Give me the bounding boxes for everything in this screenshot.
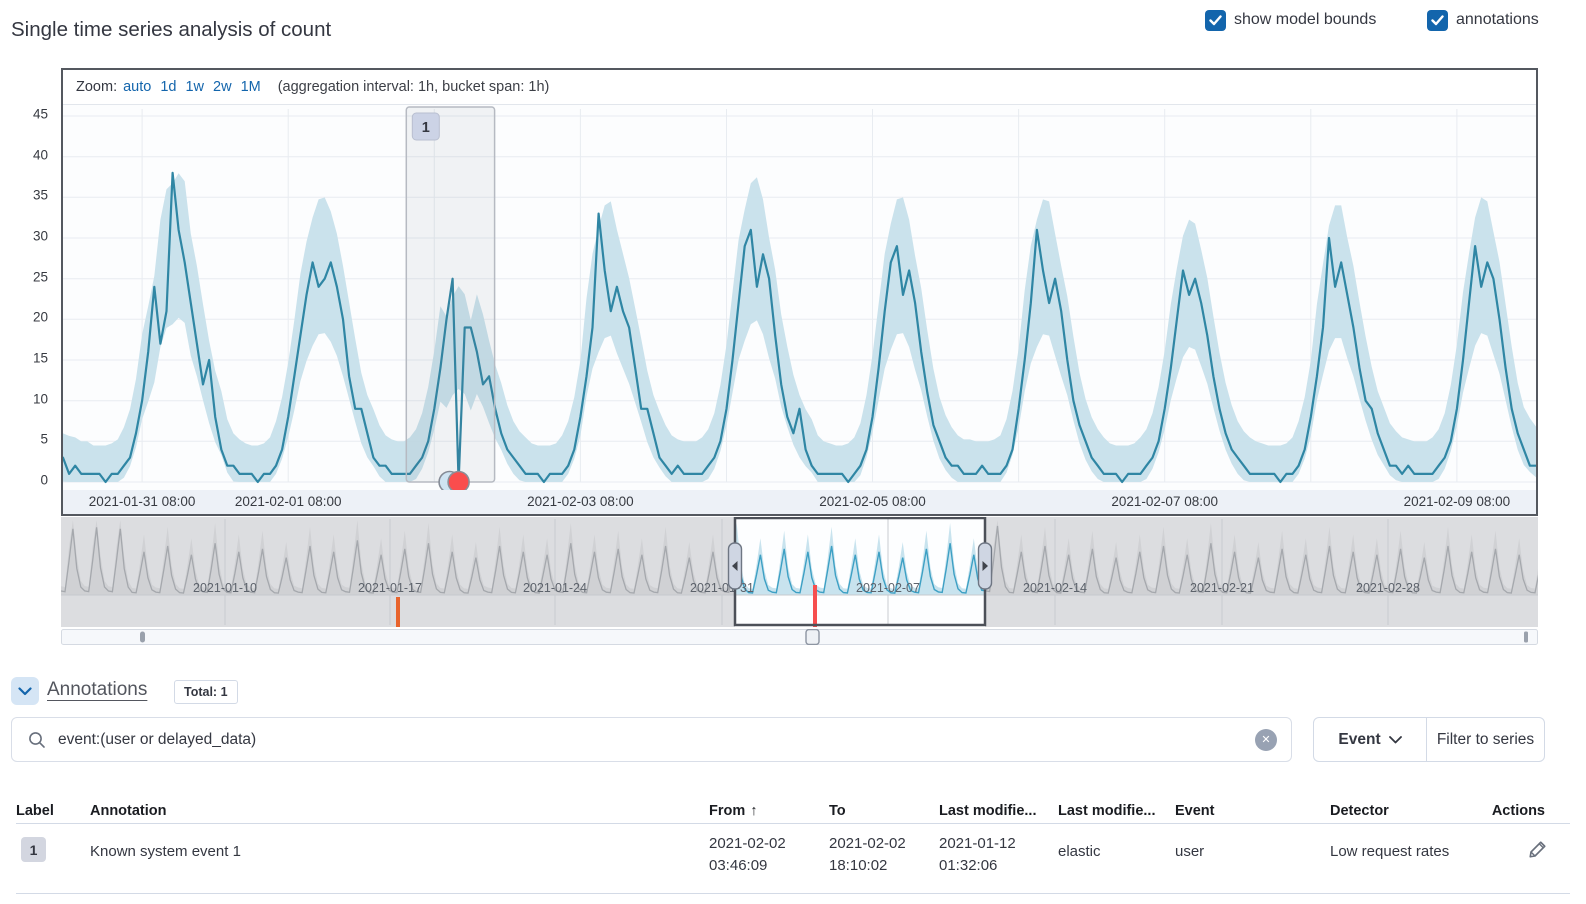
search-query-text: event:(user or delayed_data) (58, 731, 1255, 749)
zoom-link-1d[interactable]: 1d (160, 79, 176, 95)
y-tick-label: 10 (33, 391, 48, 406)
y-axis-ticks: 0 5 10 15 20 25 30 35 40 45 (18, 0, 48, 904)
from-cell: 2021-02-02 03:46:09 (709, 833, 786, 877)
y-tick-label: 40 (33, 147, 48, 162)
last-modified-by-cell: elastic (1058, 843, 1101, 860)
navigator-scrollbar[interactable] (61, 629, 1538, 645)
show-model-bounds-checkbox-group: show model bounds (1205, 8, 1376, 32)
y-tick-label: 20 (33, 310, 48, 325)
zoom-link-auto[interactable]: auto (123, 79, 151, 95)
column-header-to[interactable]: To (829, 803, 846, 819)
annotations-total-badge: Total: 1 (174, 680, 238, 704)
svg-text:2021-02-14: 2021-02-14 (1023, 581, 1087, 595)
annotations-collapse-button[interactable] (11, 677, 39, 705)
detector-cell: Low request rates (1330, 843, 1449, 860)
filter-button-group: Event Filter to series (1313, 717, 1545, 762)
y-tick-label: 15 (33, 351, 48, 366)
x-axis: 2021-01-31 08:00 2021-02-01 08:00 2021-02-… (63, 490, 1536, 514)
svg-text:2021-01-17: 2021-01-17 (358, 581, 422, 595)
context-navigator-chart[interactable]: 2021-01-10 2021-01-17 2021-01-24 2021-01-31… (61, 517, 1538, 627)
column-header-last-modified-date[interactable]: Last modifie... (939, 803, 1037, 819)
x-tick-label: 2021-02-05 08:00 (819, 494, 926, 509)
x-tick-label: 2021-02-09 08:00 (1404, 494, 1511, 509)
to-cell: 2021-02-02 18:10:02 (829, 833, 906, 877)
y-tick-label: 5 (40, 432, 48, 447)
edit-annotation-pencil-icon[interactable] (1528, 839, 1548, 859)
column-header-label[interactable]: Label (16, 803, 54, 819)
table-header-divider (16, 823, 1570, 824)
time-series-chart-panel: Zoom: auto 1d 1w 2w 1M (aggregation inte… (61, 68, 1538, 516)
svg-text:2021-01-31: 2021-01-31 (690, 581, 754, 595)
column-header-from[interactable]: From ↑ (709, 803, 758, 819)
x-tick-label: 2021-02-07 08:00 (1111, 494, 1218, 509)
check-icon (1209, 15, 1222, 26)
zoom-link-1M[interactable]: 1M (241, 79, 261, 95)
table-row-divider (16, 893, 1570, 894)
to-time: 18:10:02 (829, 855, 906, 877)
svg-text:2021-02-28: 2021-02-28 (1356, 581, 1420, 595)
chevron-down-icon (1389, 736, 1402, 744)
annotations-checkbox-group: annotations (1427, 8, 1539, 32)
svg-text:2021-01-24: 2021-01-24 (523, 581, 587, 595)
modified-time: 01:32:06 (939, 855, 1016, 877)
svg-text:2021-02-07: 2021-02-07 (856, 581, 920, 595)
zoom-link-1w[interactable]: 1w (185, 79, 204, 95)
y-tick-label: 25 (33, 269, 48, 284)
event-cell: user (1175, 843, 1204, 860)
show-model-bounds-label[interactable]: show model bounds (1234, 11, 1376, 29)
annotations-search-input[interactable]: event:(user or delayed_data) ✕ (11, 717, 1292, 762)
chevron-down-icon (18, 687, 32, 696)
annotations-heading[interactable]: Annotations (47, 679, 147, 701)
y-tick-label: 45 (33, 107, 48, 122)
svg-text:2021-01-10: 2021-01-10 (193, 581, 257, 595)
x-tick-label: 2021-01-31 08:00 (89, 494, 196, 509)
annotations-table: Label Annotation From ↑ To Last modifie..… (0, 795, 1586, 895)
column-header-actions: Actions (1492, 803, 1545, 819)
modified-date: 2021-01-12 (939, 833, 1016, 855)
aggregation-interval-note: (aggregation interval: 1h, bucket span: … (278, 79, 550, 95)
check-icon (1431, 15, 1444, 26)
main-time-series-chart[interactable]: 1 (63, 105, 1536, 490)
annotations-checkbox[interactable] (1427, 10, 1448, 31)
zoom-controls-bar: Zoom: auto 1d 1w 2w 1M (aggregation inte… (63, 70, 1536, 105)
event-filter-dropdown[interactable]: Event (1314, 718, 1427, 761)
from-time: 03:46:09 (709, 855, 786, 877)
filter-to-series-button[interactable]: Filter to series (1427, 718, 1544, 761)
x-tick-label: 2021-02-01 08:00 (235, 494, 342, 509)
sort-ascending-icon: ↑ (750, 803, 757, 819)
search-icon (28, 731, 46, 749)
column-header-last-modified-by[interactable]: Last modifie... (1058, 803, 1156, 819)
svg-text:2021-02-21: 2021-02-21 (1190, 581, 1254, 595)
annotation-label-badge: 1 (21, 837, 46, 862)
zoom-label: Zoom: (76, 79, 117, 95)
show-model-bounds-checkbox[interactable] (1205, 10, 1226, 31)
clear-search-button[interactable]: ✕ (1255, 729, 1277, 751)
svg-text:1: 1 (422, 120, 430, 136)
annotations-label[interactable]: annotations (1456, 11, 1539, 29)
zoom-link-2w[interactable]: 2w (213, 79, 232, 95)
last-modified-date-cell: 2021-01-12 01:32:06 (939, 833, 1016, 877)
column-header-event[interactable]: Event (1175, 803, 1215, 819)
y-tick-label: 30 (33, 229, 48, 244)
annotation-cell: Known system event 1 (90, 843, 241, 860)
event-button-label: Event (1338, 731, 1380, 749)
x-tick-label: 2021-02-03 08:00 (527, 494, 634, 509)
from-date: 2021-02-02 (709, 833, 786, 855)
y-tick-label: 35 (33, 188, 48, 203)
column-header-detector[interactable]: Detector (1330, 803, 1389, 819)
to-date: 2021-02-02 (829, 833, 906, 855)
from-label: From (709, 803, 745, 819)
y-tick-label: 0 (40, 473, 48, 488)
column-header-annotation[interactable]: Annotation (90, 803, 167, 819)
page-title: Single time series analysis of count (11, 18, 331, 42)
